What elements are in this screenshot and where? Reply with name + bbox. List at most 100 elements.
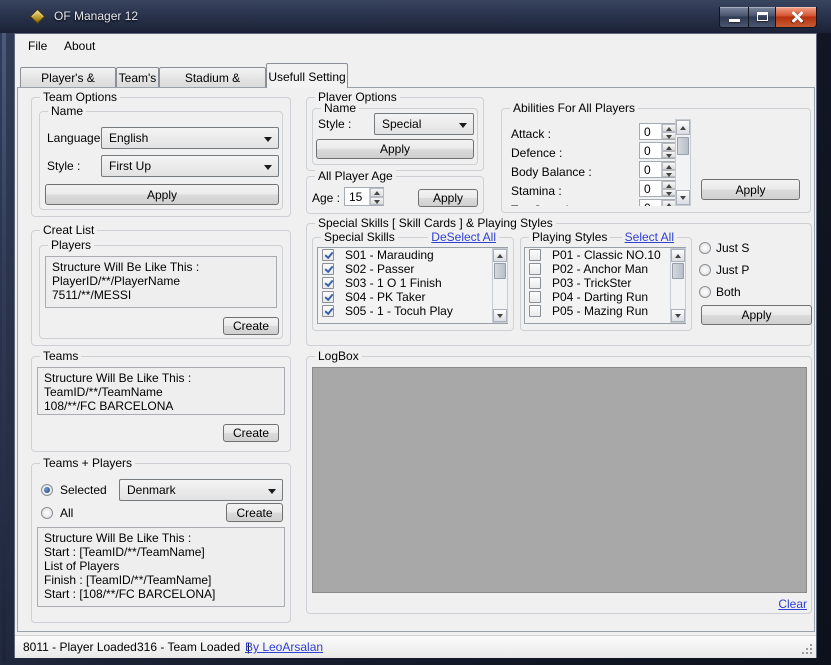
title-bar[interactable]: OF Manager 12 [0,0,831,33]
scroll-up-icon[interactable] [493,249,507,262]
spin-down-icon[interactable] [662,170,676,178]
checkbox-checked[interactable] [322,249,334,261]
menu-about[interactable]: About [64,39,95,53]
list-item[interactable]: S01 - Marauding [318,248,507,262]
skills-apply-button[interactable]: Apply [701,305,812,325]
list-item[interactable]: S02 - Passer [318,262,507,276]
teams-players-create-button[interactable]: Create [226,503,283,522]
list-item[interactable]: P04 - Darting Run [525,290,685,304]
resize-grip[interactable] [810,652,812,654]
chevron-down-icon[interactable] [260,157,277,175]
text-line: Structure Will Be Like This : [52,260,270,274]
age-stepper[interactable]: 15 [344,187,384,206]
spin-up-icon[interactable] [662,200,676,206]
stepper-value: 0 [644,144,651,158]
spin-up-icon[interactable] [370,188,384,197]
scroll-up-icon[interactable] [671,249,685,262]
spin-up-icon[interactable] [662,162,676,170]
teams-loaded-status: 316 - Team Loaded | [137,640,250,654]
checkbox-unchecked[interactable] [529,277,541,289]
scroll-down-icon[interactable] [676,190,690,205]
ability-stepper-defence[interactable]: 0 [639,142,676,159]
ability-label: Stamina : [511,184,562,198]
list-item[interactable]: P05 - Mazing Run [525,304,685,318]
combobox-value: Special [382,117,421,131]
scroll-up-icon[interactable] [676,120,690,135]
players-create-button[interactable]: Create [223,317,279,335]
ability-stepper-stamina[interactable]: 0 [639,180,676,197]
list-item[interactable]: P02 - Anchor Man [525,262,685,276]
tab-stadium-leagues[interactable]: Stadium & League's [159,67,266,88]
checkbox-checked[interactable] [322,291,334,303]
combobox-value: English [109,131,148,145]
chevron-down-icon[interactable] [260,129,277,147]
clear-link[interactable]: Clear [741,597,807,611]
playing-styles-scrollbar[interactable] [670,248,686,323]
scrollbar-thumb[interactable] [672,263,684,279]
abilities-scrollbar[interactable] [675,119,691,206]
scrollbar-thumb[interactable] [494,263,506,279]
spin-down-icon[interactable] [662,151,676,159]
tab-teams[interactable]: Team's [116,67,159,88]
close-button[interactable] [775,7,817,28]
checkbox-checked[interactable] [322,263,334,275]
checkbox-unchecked[interactable] [529,263,541,275]
team-name-apply-button[interactable]: Apply [45,184,279,205]
ability-stepper-body-balance[interactable]: 0 [639,161,676,178]
scroll-down-icon[interactable] [671,309,685,322]
spin-down-icon[interactable] [370,197,384,206]
country-combobox[interactable]: Denmark [119,479,283,501]
just-p-radio[interactable] [699,264,711,276]
spin-down-icon[interactable] [662,189,676,197]
spin-up-icon[interactable] [662,124,676,132]
list-item[interactable]: S03 - 1 O 1 Finish [318,276,507,290]
player-name-apply-button[interactable]: Apply [316,139,474,159]
ability-stepper-top-speed[interactable]: 0 [639,199,676,206]
selected-radio[interactable] [41,484,53,496]
desktop: { "window": { "title": "OF Manager 12" }… [0,0,831,665]
both-radio[interactable] [699,286,711,298]
chevron-down-icon[interactable] [455,115,472,133]
just-s-radio[interactable] [699,242,711,254]
scroll-down-icon[interactable] [493,309,507,322]
stepper-value: 0 [644,182,651,196]
list-item[interactable]: P01 - Classic NO.10 [525,248,685,262]
checkbox-unchecked[interactable] [529,305,541,317]
credit-link[interactable]: By LeoArsalan [245,640,323,654]
style-label: Style : [47,159,80,173]
list-item[interactable]: S05 - 1 - Tocuh Play [318,304,507,318]
deselect-all-link[interactable]: DeSelect All [428,230,499,244]
checkbox-checked[interactable] [322,305,334,317]
tab-players-transfer[interactable]: Player's & Transfer [20,67,116,88]
spin-up-icon[interactable] [662,143,676,151]
select-all-link[interactable]: Select All [622,230,677,244]
team-style-combobox[interactable]: First Up [101,155,279,177]
checkbox-unchecked[interactable] [529,291,541,303]
abilities-apply-button[interactable]: Apply [701,179,800,200]
chevron-down-icon[interactable] [264,481,281,499]
special-skills-list[interactable]: S01 - Marauding S02 - Passer S03 - 1 O 1… [317,247,508,324]
playing-styles-list[interactable]: P01 - Classic NO.10 P02 - Anchor Man P03… [524,247,686,324]
players-loaded-status: 8011 - Player Loaded [23,640,137,654]
spin-down-icon[interactable] [662,132,676,140]
maximize-button[interactable] [748,7,776,28]
checkbox-checked[interactable] [322,277,334,289]
menu-file[interactable]: File [28,39,47,53]
checkbox-unchecked[interactable] [529,249,541,261]
list-item[interactable]: P03 - TrickSter [525,276,685,290]
teams-create-button[interactable]: Create [223,424,279,442]
text-line: Structure Will Be Like This : [44,371,278,385]
list-item[interactable]: S04 - PK Taker [318,290,507,304]
scrollbar-thumb[interactable] [677,137,689,155]
ability-stepper-attack[interactable]: 0 [639,123,676,140]
tab-usefull-setting[interactable]: Usefull Setting [266,63,348,88]
just-p-label: Just P [716,263,749,277]
spin-up-icon[interactable] [662,181,676,189]
client-area: File About Player's & Transfer Team's St… [14,33,817,658]
special-skills-scrollbar[interactable] [492,248,508,323]
player-style-combobox[interactable]: Special [374,113,474,135]
language-combobox[interactable]: English [101,127,279,149]
age-apply-button[interactable]: Apply [418,189,478,207]
all-radio[interactable] [41,507,53,519]
minimize-button[interactable] [719,7,749,28]
